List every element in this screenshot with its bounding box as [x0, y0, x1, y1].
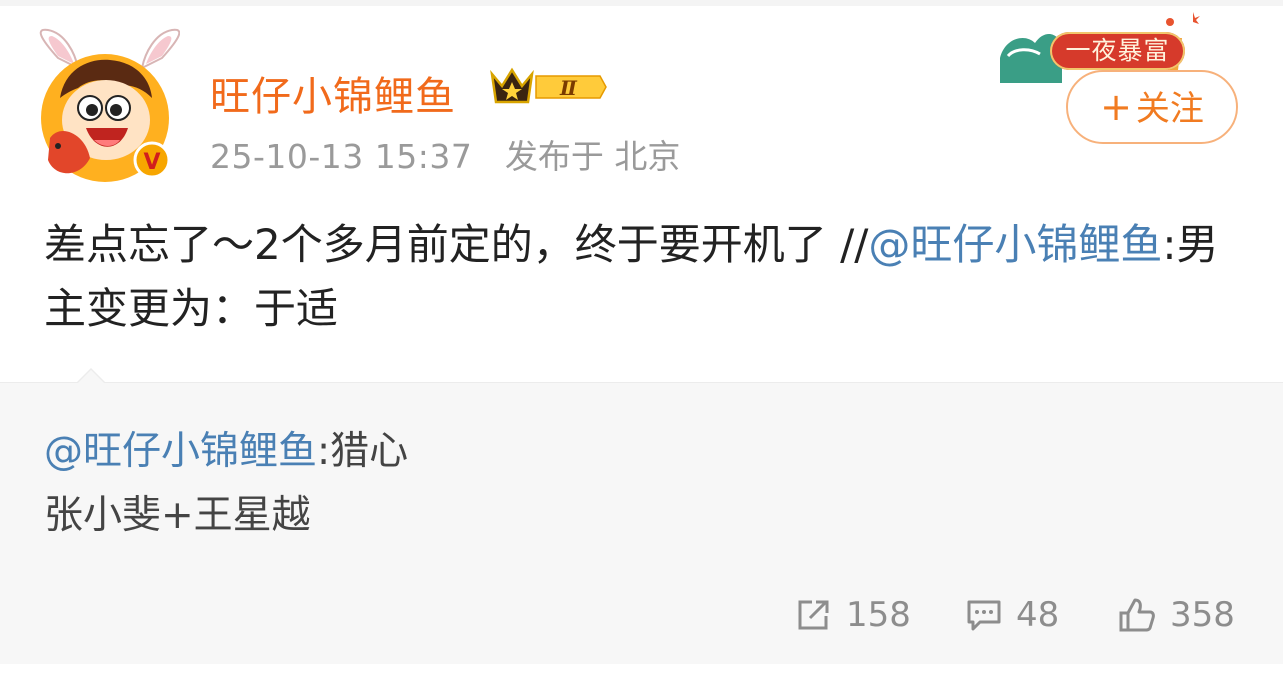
like-button[interactable]: 358: [1118, 590, 1235, 640]
vip-badge[interactable]: Ⅱ: [488, 66, 608, 108]
plus-icon: +: [1100, 85, 1132, 129]
repost-body: @旺仔小锦鲤鱼:猎心 张小斐+王星越: [44, 420, 1244, 548]
share-button[interactable]: 158: [796, 590, 911, 640]
verified-mark: V: [143, 150, 160, 175]
comment-button[interactable]: 48: [966, 590, 1059, 640]
action-bar: 158 48 358: [0, 590, 1283, 640]
avatar[interactable]: V: [30, 28, 181, 188]
post-timestamp: 25-10-13 15:37: [210, 137, 473, 176]
crown-icon: Ⅱ: [490, 67, 607, 104]
share-icon: [798, 600, 829, 630]
vip-level: Ⅱ: [559, 76, 578, 100]
post-mention-link[interactable]: @旺仔小锦鲤鱼: [868, 220, 1162, 269]
avatar-image: V: [39, 28, 181, 182]
comment-icon: [967, 600, 1001, 631]
post-location: 发布于 北京: [504, 137, 681, 176]
follow-label: 关注: [1135, 89, 1204, 129]
share-count: 158: [846, 595, 911, 635]
post-text-part1: 差点忘了～2个多月前定的，终于要开机了 //: [44, 220, 869, 269]
repost-mention-link[interactable]: @旺仔小锦鲤鱼: [44, 429, 317, 474]
repost-line-2: 张小斐+王星越: [44, 493, 311, 538]
follow-button[interactable]: + 关注: [1066, 70, 1238, 144]
post-meta: 25-10-13 15:37 发布于 北京: [210, 130, 680, 178]
repost-notch-inner: [78, 370, 104, 383]
author-nickname[interactable]: 旺仔小锦鲤鱼: [210, 64, 456, 122]
like-count: 358: [1170, 595, 1235, 635]
repost-line-1: @旺仔小锦鲤鱼:猎心: [44, 420, 1244, 484]
verified-badge-icon: V: [133, 141, 171, 179]
repost-line1-rest: :猎心: [317, 429, 409, 474]
post-body: 差点忘了～2个多月前定的，终于要开机了 //@旺仔小锦鲤鱼:男主变更为：于适: [44, 213, 1244, 341]
bottom-spacer: [0, 664, 1283, 692]
thumbs-up-icon: [1119, 598, 1155, 632]
top-divider: [0, 0, 1283, 6]
comment-count: 48: [1016, 595, 1060, 635]
promo-badge: 一夜暴富: [1050, 32, 1185, 70]
